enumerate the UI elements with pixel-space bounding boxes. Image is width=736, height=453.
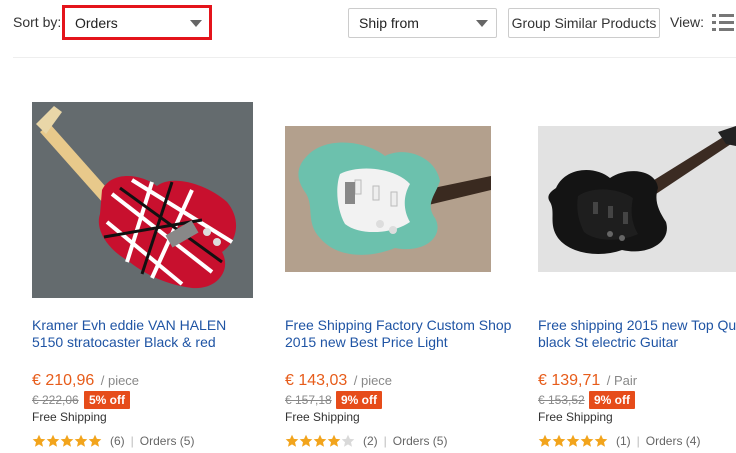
- original-price: € 153,52: [538, 393, 585, 407]
- view-label: View:: [670, 14, 704, 30]
- star-filled-icon: [566, 434, 580, 447]
- ship-from-dropdown[interactable]: Ship from: [348, 8, 497, 38]
- stars-svg: [538, 434, 608, 447]
- product-price: € 143,03 / piece: [285, 372, 393, 389]
- stars-svg: [32, 434, 102, 447]
- product-card[interactable]: Free Shipping Factory Custom Shop 2015 n…: [285, 100, 515, 453]
- price-unit: / piece: [353, 373, 393, 388]
- orders-count[interactable]: Orders (5): [140, 434, 195, 448]
- star-filled-icon: [299, 434, 313, 447]
- star-empty-icon: [341, 434, 355, 447]
- discount-badge: 5% off: [84, 391, 130, 409]
- star-filled-icon: [74, 434, 88, 447]
- review-count[interactable]: (6): [110, 434, 125, 448]
- product-image[interactable]: [285, 126, 507, 272]
- original-price: € 222,06: [32, 393, 79, 407]
- sort-dropdown[interactable]: Orders: [62, 5, 212, 40]
- product-price: € 210,96 / piece: [32, 372, 140, 389]
- rating-row: (1) | Orders (4): [538, 434, 700, 448]
- divider: [13, 57, 736, 58]
- original-price: € 157,18: [285, 393, 332, 407]
- star-filled-icon: [538, 434, 552, 447]
- star-rating: [285, 434, 355, 448]
- product-card[interactable]: Free shipping 2015 new Top Quality black…: [538, 100, 736, 453]
- product-title[interactable]: Free shipping 2015 new Top Quality black…: [538, 317, 736, 351]
- review-count[interactable]: (1): [616, 434, 631, 448]
- orders-count[interactable]: Orders (5): [393, 434, 448, 448]
- shipping-label: Free Shipping: [538, 410, 613, 424]
- price-unit: / piece: [100, 373, 140, 388]
- star-filled-icon: [285, 434, 299, 447]
- group-similar-products-button[interactable]: Group Similar Products: [508, 8, 660, 38]
- separator: |: [383, 434, 387, 448]
- orders-count[interactable]: Orders (4): [646, 434, 701, 448]
- star-filled-icon: [313, 434, 327, 447]
- product-image[interactable]: [32, 102, 254, 298]
- sort-label: Sort by:: [13, 14, 62, 30]
- shipping-label: Free Shipping: [32, 410, 107, 424]
- star-filled-icon: [32, 434, 46, 447]
- discount-badge: 9% off: [336, 391, 382, 409]
- chevron-down-icon: [476, 20, 488, 27]
- product-title[interactable]: Kramer Evh eddie VAN HALEN 5150 stratoca…: [32, 317, 260, 351]
- list-view-icon[interactable]: [712, 14, 734, 32]
- shipping-label: Free Shipping: [285, 410, 360, 424]
- ship-from-value: Ship from: [359, 15, 419, 31]
- star-rating: [32, 434, 102, 448]
- product-price: € 139,71 / Pair: [538, 372, 638, 389]
- chevron-down-icon: [190, 20, 202, 27]
- separator: |: [636, 434, 640, 448]
- rating-row: (6) | Orders (5): [32, 434, 194, 448]
- sort-dropdown-value: Orders: [75, 15, 118, 31]
- star-filled-icon: [60, 434, 74, 447]
- star-filled-icon: [552, 434, 566, 447]
- star-filled-icon: [327, 434, 341, 447]
- stars-svg: [285, 434, 355, 447]
- star-filled-icon: [88, 434, 102, 447]
- product-title[interactable]: Free Shipping Factory Custom Shop 2015 n…: [285, 317, 513, 351]
- star-filled-icon: [46, 434, 60, 447]
- review-count[interactable]: (2): [363, 434, 378, 448]
- product-image[interactable]: [538, 126, 736, 272]
- discount-badge: 9% off: [589, 391, 635, 409]
- product-card[interactable]: Kramer Evh eddie VAN HALEN 5150 stratoca…: [32, 100, 262, 453]
- star-filled-icon: [580, 434, 594, 447]
- separator: |: [130, 434, 134, 448]
- rating-row: (2) | Orders (5): [285, 434, 447, 448]
- star-rating: [538, 434, 608, 448]
- star-filled-icon: [594, 434, 608, 447]
- toolbar: Sort by: Orders Ship from Group Similar …: [0, 0, 736, 46]
- price-unit: / Pair: [606, 373, 638, 388]
